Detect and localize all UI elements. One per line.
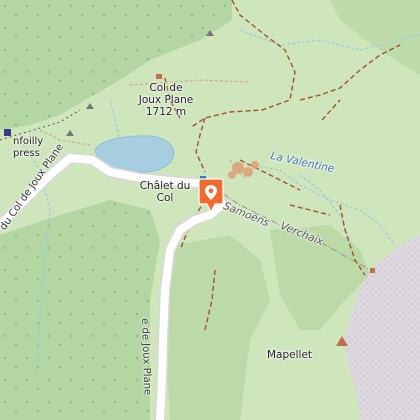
lift-name-line-2: press (13, 148, 40, 159)
forest-bottom-mid (165, 235, 270, 420)
lift-label: nfoilly press (13, 136, 43, 160)
col-name-line-2: Joux Plane (138, 94, 194, 106)
chalet-name-line-1: Châlet du (139, 180, 191, 192)
col-name-line-1: Col de (149, 82, 183, 94)
map-canvas[interactable]: Col de Joux Plane 1712 m Châlet du Col L… (0, 0, 420, 420)
col-elevation: 1712 m (145, 106, 187, 118)
mapellet-label: Mapellet (267, 349, 313, 361)
chalet-name-line-2: Col (156, 192, 174, 204)
location-pin-icon[interactable] (196, 178, 226, 214)
chalet-label: Châlet du Col (138, 180, 192, 204)
forest-top-right (330, 0, 420, 75)
col-label: Col de Joux Plane 1712 m (136, 82, 196, 118)
lift-name-line-1: nfoilly (13, 136, 44, 147)
